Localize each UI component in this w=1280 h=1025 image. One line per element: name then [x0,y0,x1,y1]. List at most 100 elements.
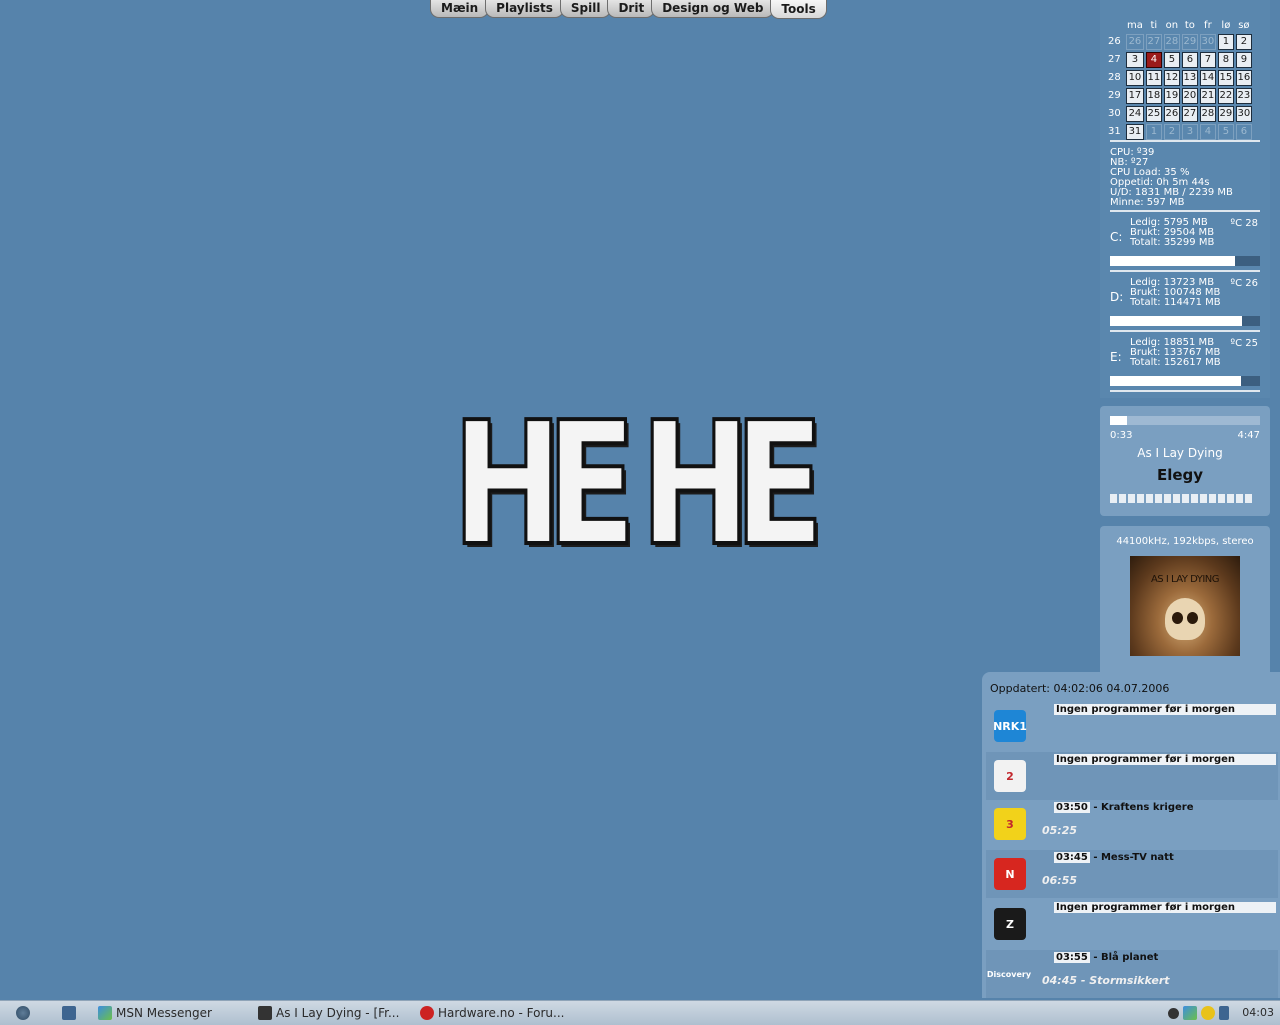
calendar-day[interactable]: 8 [1217,52,1234,68]
calendar-day[interactable]: 2 [1235,34,1252,50]
calendar-day[interactable]: 6 [1181,52,1198,68]
tv-channel-row[interactable]: 2 Ingen programmer før i morgen [986,752,1278,800]
calendar-day[interactable]: 30 [1199,34,1216,50]
calendar-day[interactable]: 20 [1181,88,1198,104]
skull-eye [1172,612,1183,624]
tab-drit[interactable]: Drit [607,0,656,18]
calendar-day[interactable]: 5 [1163,52,1180,68]
calendar-day[interactable]: 19 [1163,88,1180,104]
channel-logo-icon: 3 [994,808,1026,840]
tv-channel-row[interactable]: 3 03:50 - Kraftens krigere 05:25 [986,800,1278,848]
calendar-day[interactable]: 29 [1181,34,1198,50]
volume-segment [1146,494,1153,503]
calendar-day[interactable]: 26 [1163,106,1180,122]
system-monitor: CPU: º39 NB: º27 CPU Load: 35 % Oppetid:… [1110,148,1233,208]
calendar-day[interactable]: 3 [1181,124,1198,140]
drive-temp: ºC 26 [1230,278,1258,289]
calendar-day[interactable]: 25 [1145,106,1162,122]
drive-letter: C: [1110,230,1123,244]
track-duration: 4:47 [1237,430,1260,441]
volume-bar[interactable] [1110,494,1252,503]
elapsed-time: 0:33 [1110,430,1133,441]
drive-total: Totalt: 152617 MB [1130,357,1221,368]
week-number: 27 [1108,54,1121,65]
calendar-day[interactable]: 15 [1217,70,1234,86]
calendar-day[interactable]: 16 [1235,70,1252,86]
calendar-day[interactable]: 7 [1199,52,1216,68]
drive-usage-fill [1110,376,1241,386]
calendar-day[interactable]: 31 [1126,124,1144,140]
start-button[interactable] [16,1005,30,1021]
channel-logo-icon: NRK1 [993,710,1027,742]
calendar-day[interactable]: 1 [1145,124,1162,140]
calendar-day[interactable]: 21 [1199,88,1216,104]
tray-icon[interactable] [1168,1007,1179,1019]
tv-channel-row[interactable]: NRK1 Ingen programmer før i morgen [986,702,1278,750]
tab-playlists[interactable]: Playlists [485,0,564,18]
calendar-day[interactable]: 27 [1181,106,1198,122]
calendar-day[interactable]: 17 [1126,88,1144,104]
calendar-day[interactable]: 10 [1126,70,1144,86]
drive-e: E: Ledig: 18851 MB Brukt: 133767 MB Tota… [1110,338,1260,374]
volume-segment [1119,494,1126,503]
weekday-header: ti [1150,19,1158,31]
calendar-day[interactable]: 13 [1181,70,1198,86]
volume-segment [1137,494,1144,503]
seek-bar[interactable] [1110,416,1260,425]
calendar-day[interactable]: 18 [1145,88,1162,104]
calendar-day[interactable]: 9 [1235,52,1252,68]
week-number: 26 [1108,36,1121,47]
calendar-day[interactable]: 5 [1217,124,1234,140]
calendar-day[interactable]: 6 [1235,124,1252,140]
tab-tools[interactable]: Tools [770,0,827,19]
calendar-day[interactable]: 28 [1163,34,1180,50]
calendar-day[interactable]: 30 [1235,106,1252,122]
taskbar-clock[interactable]: 04:03 [1242,1006,1274,1019]
divider [1110,140,1260,142]
taskbar-item-browser[interactable]: Hardware.no - Foru... [420,1005,564,1021]
calendar-day[interactable]: 12 [1163,70,1180,86]
calendar-day[interactable]: 2 [1163,124,1180,140]
program-time: 03:50 [1054,802,1090,813]
tab-design-og-web[interactable]: Design og Web [651,0,775,18]
volume-segment [1128,494,1135,503]
tv-channel-row[interactable]: Discovery 03:55 - Blå planet 04:45 - Storm… [986,950,1278,998]
calendar-week-row: 29 17 18 19 20 21 22 23 [1108,88,1252,104]
calendar-day[interactable]: 22 [1217,88,1234,104]
divider [1110,270,1260,272]
calendar-day[interactable]: 29 [1217,106,1234,122]
tab-spill[interactable]: Spill [559,0,612,18]
drive-total: Totalt: 35299 MB [1130,237,1215,248]
volume-segment [1236,494,1243,503]
calendar-day[interactable]: 14 [1199,70,1216,86]
tray-icon[interactable] [1201,1006,1215,1020]
calendar-day[interactable]: 1 [1217,34,1234,50]
weekday-header: on [1165,19,1179,31]
tab-main[interactable]: Mæin [430,0,490,18]
calendar-today[interactable]: 4 [1145,52,1162,68]
calendar-day[interactable]: 23 [1235,88,1252,104]
current-program: Ingen programmer før i morgen [1054,902,1276,913]
audio-format: 44100kHz, 192kbps, stereo [1116,536,1254,547]
calendar-grid: ma ti on to fr lø sø 26 26 27 28 29 30 1 2 27 3 4 5 6 7 8 9 28… [1106,16,1254,142]
calendar-day[interactable]: 4 [1199,124,1216,140]
divider [1110,210,1260,212]
calendar-day[interactable]: 26 [1126,34,1144,50]
calendar-day[interactable]: 11 [1145,70,1162,86]
calendar-day[interactable]: 3 [1126,52,1144,68]
msn-tray-icon[interactable] [1183,1006,1197,1020]
tray-icon[interactable] [1219,1006,1229,1020]
taskbar-item-player[interactable]: As I Lay Dying - [Fr... [258,1005,399,1021]
wallpaper-letter: E [732,386,826,584]
calendar-day[interactable]: 24 [1126,106,1144,122]
calendar-day[interactable]: 28 [1199,106,1216,122]
current-program: Ingen programmer før i morgen [1054,704,1276,715]
calendar-day[interactable]: 27 [1145,34,1162,50]
tv-channel-row[interactable]: N 03:45 - Mess-TV natt 06:55 [986,850,1278,898]
taskbar-item-label: MSN Messenger [116,1006,212,1020]
taskbar-item-msn[interactable]: MSN Messenger [98,1005,212,1021]
tv-channel-row[interactable]: Z Ingen programmer før i morgen [986,900,1278,948]
current-program: 03:55 - Blå planet [1054,952,1158,963]
show-desktop-button[interactable] [62,1005,76,1021]
program-title: - Mess-TV natt [1089,852,1174,863]
